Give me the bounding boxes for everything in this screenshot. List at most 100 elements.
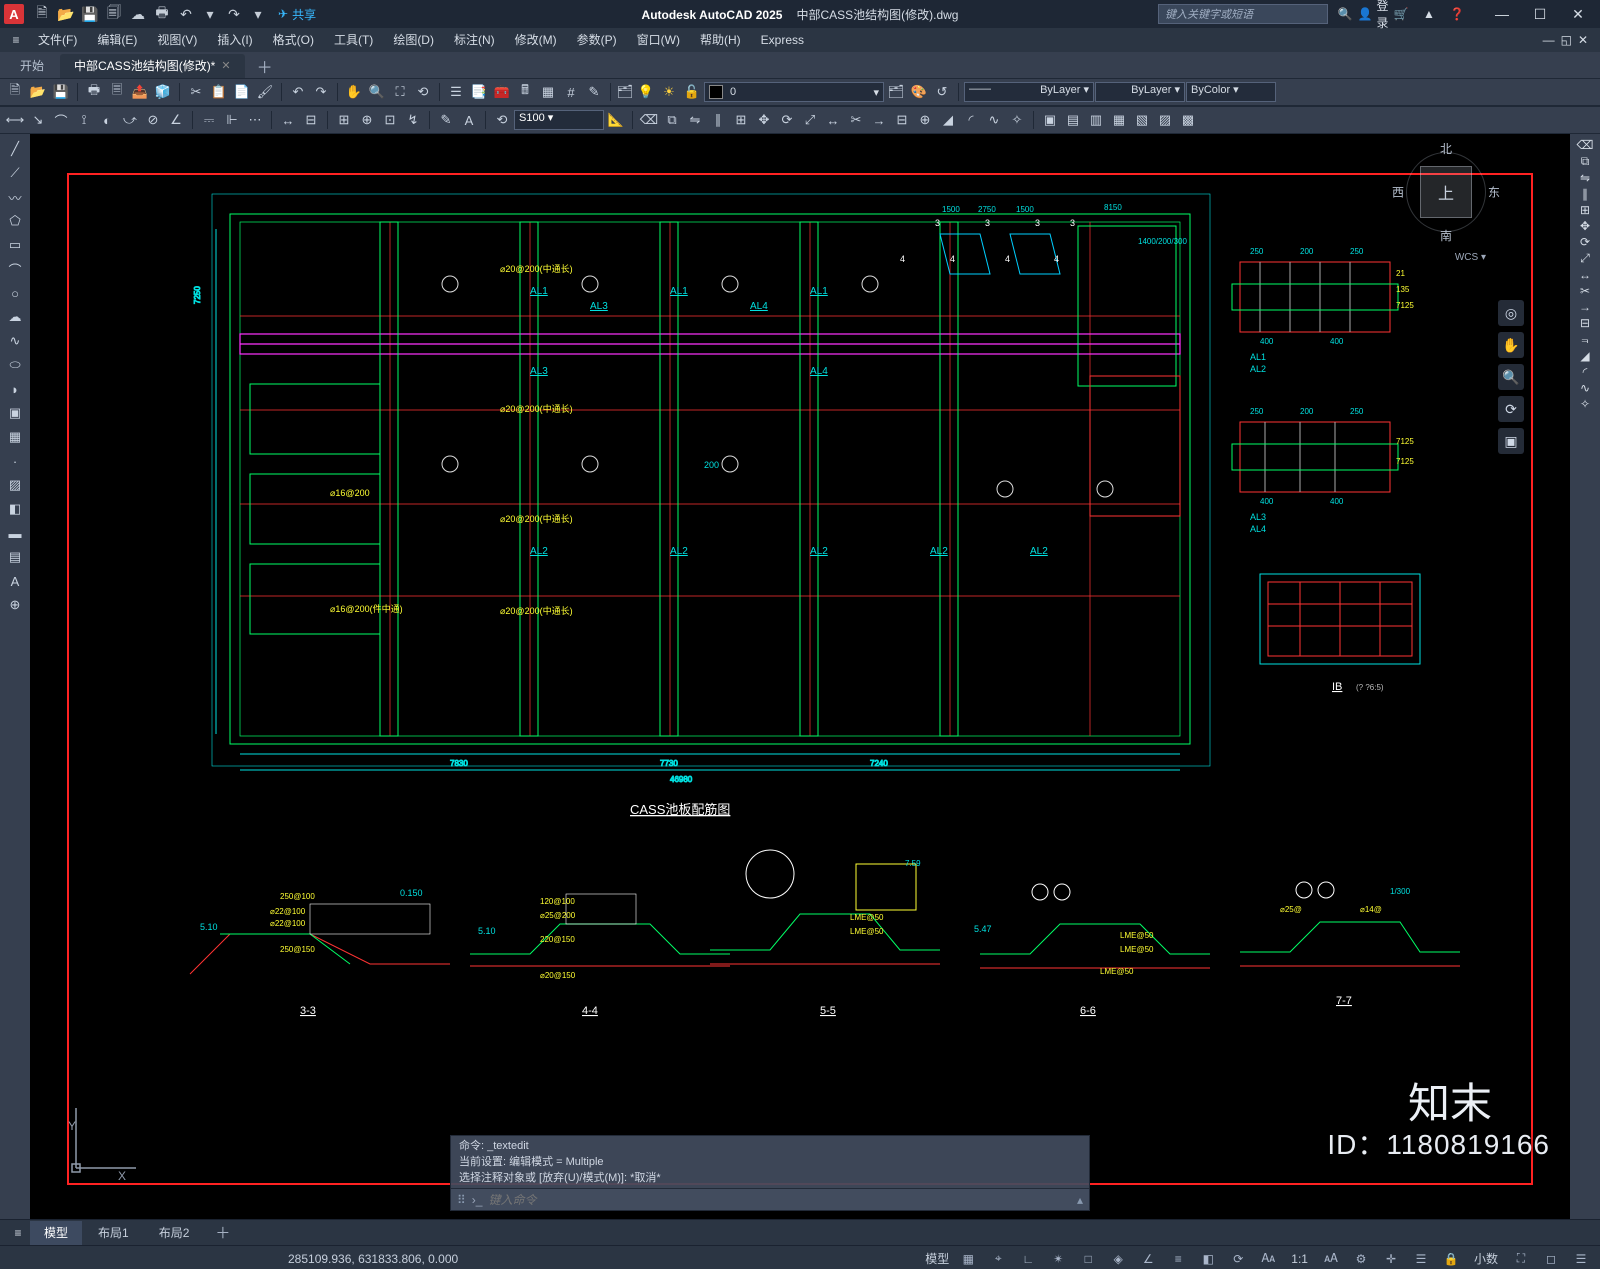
tb-layermatch-icon[interactable]: 🎨 [908, 81, 930, 103]
qat-web-icon[interactable]: ☁ [126, 2, 150, 26]
wcs-label[interactable]: WCS ▾ [1455, 252, 1486, 263]
tb-calc-icon[interactable]: 🖩 [514, 81, 536, 103]
dim-ord-icon[interactable]: ⟟ [73, 109, 95, 131]
search-icon[interactable]: 🔍 [1334, 3, 1356, 25]
status-coords[interactable]: 285109.936, 631833.806, 0.000 [288, 1252, 458, 1266]
dim-center-icon[interactable]: ⊕ [356, 109, 378, 131]
minimize-button[interactable]: — [1484, 2, 1520, 26]
r-trim-icon[interactable]: ✂ [1580, 284, 1590, 298]
viewcube-south[interactable]: 南 [1440, 227, 1452, 244]
mod-copy-icon[interactable]: ⧉ [661, 109, 683, 131]
r-mirror-icon[interactable]: ⇋ [1580, 171, 1590, 185]
block-attr-icon[interactable]: ▦ [1108, 109, 1130, 131]
mod-stretch-icon[interactable]: ↔ [822, 109, 844, 131]
viewcube-west[interactable]: 西 [1392, 184, 1404, 201]
r-extend-icon[interactable]: → [1579, 300, 1591, 314]
mod-join-icon[interactable]: ⊕ [914, 109, 936, 131]
draw-gradient-icon[interactable]: ◧ [3, 498, 27, 520]
qat-open-icon[interactable]: 📂 [54, 2, 78, 26]
dim-jogline-icon[interactable]: ↯ [402, 109, 424, 131]
new-tab-button[interactable]: ＋ [247, 54, 283, 78]
menu-insert[interactable]: 插入(I) [207, 28, 262, 52]
commandline-input[interactable] [488, 1193, 1071, 1207]
dimstyle-dropdown[interactable]: S100 ▾ [514, 110, 604, 130]
status-transparency-icon[interactable]: ◧ [1197, 1249, 1219, 1269]
tb-plot-icon[interactable]: 🖶 [83, 81, 105, 103]
draw-rect-icon[interactable]: ▭ [3, 234, 27, 256]
tb-sheet-icon[interactable]: 📑 [468, 81, 490, 103]
help-search-input[interactable]: 键入关键字或短语 [1158, 4, 1328, 24]
dim-arc-icon[interactable]: ⌒ [50, 109, 72, 131]
mod-mirror-icon[interactable]: ⇋ [684, 109, 706, 131]
dim-base-icon[interactable]: ⊩ [221, 109, 243, 131]
menu-parametric[interactable]: 参数(P) [567, 28, 627, 52]
tab-start[interactable]: 开始 [6, 54, 58, 78]
tb-zoomprev-icon[interactable]: ⟲ [412, 81, 434, 103]
autodesk-icon[interactable]: ▲ [1418, 3, 1440, 25]
dim-update-icon[interactable]: ⟲ [491, 109, 513, 131]
dim-inspect-icon[interactable]: ⊡ [379, 109, 401, 131]
doc-close-icon[interactable]: ✕ [1578, 33, 1588, 47]
draw-point-icon[interactable]: · [3, 450, 27, 472]
tb-3dprint-icon[interactable]: 🧊 [152, 81, 174, 103]
viewcube-east[interactable]: 东 [1488, 184, 1500, 201]
color-dropdown[interactable]: ByColor ▾ [1186, 82, 1276, 102]
draw-ellipsearc-icon[interactable]: ◗ [3, 378, 27, 400]
mod-trim-icon[interactable]: ✂ [845, 109, 867, 131]
mod-fillet-icon[interactable]: ◜ [960, 109, 982, 131]
qat-save-icon[interactable]: 💾 [78, 2, 102, 26]
r-chamfer-icon[interactable]: ◢ [1580, 349, 1589, 363]
dim-tol-icon[interactable]: ⊞ [333, 109, 355, 131]
mod-erase-icon[interactable]: ⌫ [638, 109, 660, 131]
r-offset-icon[interactable]: ∥ [1582, 187, 1588, 201]
tb-open-icon[interactable]: 📂 [27, 81, 49, 103]
qat-saveas-icon[interactable]: 🗐 [102, 2, 126, 26]
menu-express[interactable]: Express [751, 28, 814, 52]
draw-circle-icon[interactable]: ○ [3, 282, 27, 304]
mod-explode-icon[interactable]: ✧ [1006, 109, 1028, 131]
menu-help[interactable]: 帮助(H) [690, 28, 751, 52]
menu-dimension[interactable]: 标注(N) [444, 28, 505, 52]
dim-tedit-icon[interactable]: A [458, 109, 480, 131]
dim-ang-icon[interactable]: ∠ [165, 109, 187, 131]
r-scale-icon[interactable]: ⤢ [1580, 251, 1590, 266]
nav-zoom-icon[interactable]: 🔍 [1498, 364, 1524, 390]
qat-redo-drop-icon[interactable]: ▾ [246, 2, 270, 26]
r-blend-icon[interactable]: ∿ [1580, 381, 1590, 395]
draw-pline-icon[interactable]: 〰 [3, 186, 27, 208]
draw-insert-icon[interactable]: ▣ [3, 402, 27, 424]
menu-file[interactable]: 文件(F) [28, 28, 87, 52]
menu-ham-icon[interactable]: ≡ [4, 33, 28, 47]
dim-break-icon[interactable]: ⊟ [300, 109, 322, 131]
dim-jog-icon[interactable]: ⤻ [119, 109, 141, 131]
tab-close-icon[interactable]: ✕ [221, 54, 230, 78]
tb-preview-icon[interactable]: 🗏 [106, 81, 128, 103]
app-logo[interactable]: A [4, 4, 24, 24]
mod-extend-icon[interactable]: → [868, 109, 890, 131]
dim-style-icon[interactable]: 📐 [605, 109, 627, 131]
menu-edit[interactable]: 编辑(E) [87, 28, 147, 52]
draw-addsel-icon[interactable]: ⊕ [3, 594, 27, 616]
draw-revcloud-icon[interactable]: ☁ [3, 306, 27, 328]
tab-layout1[interactable]: 布局1 [84, 1221, 143, 1245]
r-move-icon[interactable]: ✥ [1580, 219, 1590, 233]
r-stretch-icon[interactable]: ↔ [1579, 268, 1591, 282]
qat-new-icon[interactable]: 🗎 [30, 2, 54, 26]
status-snap-icon[interactable]: ⌖ [987, 1249, 1009, 1269]
draw-ellipse-icon[interactable]: ⬭ [3, 354, 27, 376]
close-button[interactable]: ✕ [1560, 2, 1596, 26]
commandline-handle-icon[interactable]: ⠿ [457, 1193, 466, 1207]
r-array-icon[interactable]: ⊞ [1580, 203, 1590, 217]
dim-linear-icon[interactable]: ⟷ [4, 109, 26, 131]
status-annomon-icon[interactable]: 🗛 [1257, 1249, 1279, 1269]
status-paper-toggle[interactable]: 模型 [925, 1250, 949, 1267]
mod-array-icon[interactable]: ⊞ [730, 109, 752, 131]
tb-layerstate-icon[interactable]: 🗂 [885, 81, 907, 103]
nav-wheel-icon[interactable]: ◎ [1498, 300, 1524, 326]
tb-undo-icon[interactable]: ↶ [287, 81, 309, 103]
status-scale[interactable]: 1:1 [1287, 1252, 1312, 1266]
block-mgr-icon[interactable]: ▨ [1154, 109, 1176, 131]
tb-save-icon[interactable]: 💾 [50, 81, 72, 103]
mod-chamfer-icon[interactable]: ◢ [937, 109, 959, 131]
block-sync-icon[interactable]: ▩ [1177, 109, 1199, 131]
